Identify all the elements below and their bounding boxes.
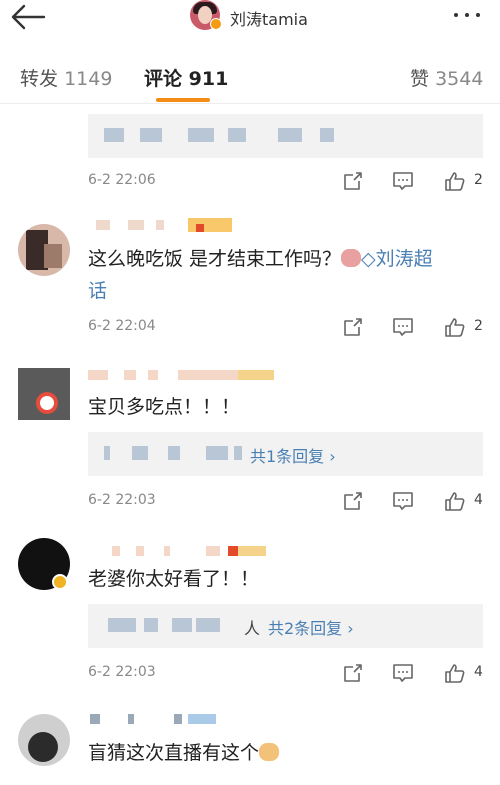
share-icon — [344, 664, 362, 682]
username-blurred — [88, 710, 288, 728]
comment-button[interactable] — [390, 488, 416, 514]
comment-actions: 2 — [340, 314, 490, 340]
like-button[interactable] — [442, 660, 468, 686]
reply-preview-box[interactable]: 人 共2条回复 › — [88, 604, 483, 648]
tab-comments[interactable]: 评论 911 — [144, 64, 228, 91]
user-avatar[interactable] — [18, 368, 70, 420]
comment-time: 6-2 22:04 — [88, 318, 156, 334]
thumbs-up-icon — [445, 172, 465, 191]
comment-item: 这么晚吃饭 是才结束工作吗？ ◇刘涛超 话 6-2 22:04 2 — [0, 210, 500, 350]
like-button[interactable] — [442, 488, 468, 514]
share-icon — [344, 172, 362, 190]
comment-actions: 4 — [340, 660, 490, 686]
share-button[interactable] — [340, 168, 366, 194]
comment-icon — [393, 318, 413, 336]
like-button[interactable] — [442, 168, 468, 194]
comment-text: 盲猜这次直播有这个 — [88, 738, 280, 768]
user-avatar[interactable] — [18, 224, 70, 276]
like-button[interactable] — [442, 314, 468, 340]
comment-actions: 4 — [340, 488, 490, 514]
comment-text: 老婆你太好看了！！ — [88, 568, 260, 590]
pixelated-text — [104, 446, 110, 460]
view-replies-link[interactable]: 共2条回复 › — [268, 615, 354, 639]
tab-likes-count: 3544 — [435, 68, 484, 90]
share-icon — [344, 492, 362, 510]
back-arrow-icon — [11, 4, 46, 30]
tab-bar: 转发 1149 评论 911 赞 3544 — [0, 40, 500, 104]
share-button[interactable] — [340, 314, 366, 340]
reply-preview-suffix: 人 — [244, 619, 261, 638]
tab-reposts-label: 转发 — [20, 68, 59, 90]
tab-comments-label: 评论 — [144, 68, 183, 90]
tab-likes-label: 赞 — [410, 68, 430, 90]
like-count: 2 — [474, 172, 483, 188]
comment-item: 老婆你太好看了！！ 人 共2条回复 › 6-2 22:03 4 — [0, 534, 500, 694]
more-dots-icon — [454, 13, 458, 17]
comment-item: 宝贝多吃点！！！ 共1条回复 › 6-2 22:03 4 — [0, 362, 500, 522]
thumbs-up-icon — [445, 492, 465, 511]
tab-reposts[interactable]: 转发 1149 — [20, 64, 112, 91]
username-blurred — [88, 216, 288, 234]
like-count: 4 — [474, 664, 483, 680]
like-count: 4 — [474, 492, 483, 508]
username-blurred — [88, 542, 288, 560]
username-blurred — [88, 366, 288, 384]
comment-time: 6-2 22:06 — [88, 172, 156, 188]
comment-icon — [393, 492, 413, 510]
page-title: 刘涛tamia — [230, 10, 308, 29]
verified-badge-icon — [52, 574, 68, 590]
comment-text: 宝贝多吃点！！！ — [88, 396, 241, 418]
reply-preview-box[interactable]: 共1条回复 › — [88, 432, 483, 476]
active-tab-indicator — [156, 98, 210, 102]
top-bar: 刘涛tamia — [0, 0, 500, 40]
comment-button[interactable] — [390, 168, 416, 194]
thumbs-up-icon — [445, 318, 465, 337]
back-button[interactable] — [8, 2, 48, 34]
share-button[interactable] — [340, 488, 366, 514]
like-count: 2 — [474, 318, 483, 334]
tab-comments-count: 911 — [188, 68, 229, 90]
cat-emoji-icon — [259, 743, 280, 761]
view-replies-link[interactable]: 共1条回复 › — [250, 443, 336, 467]
share-icon — [344, 318, 362, 336]
tab-reposts-count: 1149 — [64, 68, 113, 90]
comment-text: 这么晚吃饭 是才结束工作吗？ ◇刘涛超 — [88, 248, 433, 270]
comment-button[interactable] — [390, 314, 416, 340]
pixelated-text — [104, 128, 124, 142]
verified-badge-icon — [210, 18, 222, 30]
comment-item: 盲猜这次直播有这个 — [0, 704, 500, 785]
comment-button[interactable] — [390, 660, 416, 686]
comment-actions: 2 — [340, 168, 490, 194]
comment-icon — [393, 172, 413, 190]
user-avatar[interactable] — [18, 714, 70, 766]
thumbs-up-icon — [445, 664, 465, 683]
comment-time: 6-2 22:03 — [88, 492, 156, 508]
reply-preview-box[interactable] — [88, 114, 483, 158]
pig-emoji-icon — [341, 249, 362, 267]
comment-time: 6-2 22:03 — [88, 664, 156, 680]
pixelated-text — [108, 618, 136, 632]
tab-likes[interactable]: 赞 3544 — [410, 64, 483, 91]
comment-text-continued: 话 — [88, 280, 108, 302]
more-options-button[interactable] — [448, 4, 488, 26]
share-button[interactable] — [340, 660, 366, 686]
comment-icon — [393, 664, 413, 682]
super-topic-link[interactable]: ◇刘涛超 — [361, 248, 433, 270]
comment-item: 6-2 22:06 2 — [0, 106, 500, 202]
